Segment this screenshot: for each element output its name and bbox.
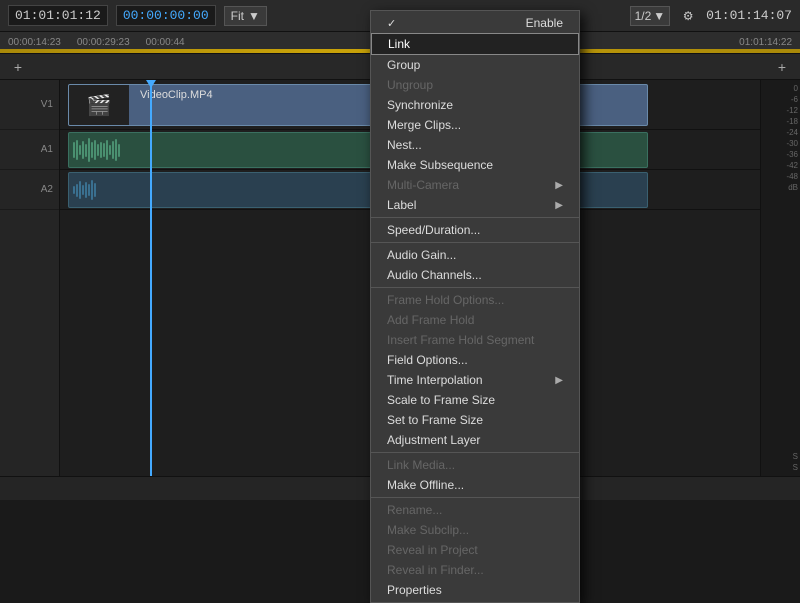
- vu-label-24: -24: [786, 128, 798, 137]
- waveform-bar: [88, 184, 90, 196]
- menu-item-insert-frame-hold-segment: Insert Frame Hold Segment: [371, 330, 579, 350]
- vu-label-s1: S: [793, 452, 798, 461]
- track-label-a2: A2: [0, 170, 59, 210]
- wrench-icon[interactable]: ⚙: [678, 6, 698, 26]
- fit-dropdown[interactable]: Fit ▼: [224, 6, 267, 26]
- waveform-bar: [115, 139, 117, 161]
- waveform-bar: [79, 181, 81, 199]
- waveform-bar: [103, 143, 105, 157]
- timecode-center[interactable]: 00:00:00:00: [116, 5, 216, 26]
- vu-meter: 0 -6 -12 -18 -24 -30 -36 -42 -48 dB S S: [760, 80, 800, 476]
- menu-item-enable[interactable]: Enable: [371, 13, 579, 33]
- menu-item-properties[interactable]: Properties: [371, 580, 579, 600]
- menu-item-merge-clips[interactable]: Merge Clips...: [371, 115, 579, 135]
- vu-label-42: -42: [786, 161, 798, 170]
- timecode-right: 01:01:14:07: [706, 8, 792, 23]
- menu-item-synchronize[interactable]: Synchronize: [371, 95, 579, 115]
- menu-separator: [371, 497, 579, 498]
- playhead-triangle: [146, 80, 156, 88]
- menu-item-set-to-frame-size[interactable]: Set to Frame Size: [371, 410, 579, 430]
- menu-separator: [371, 217, 579, 218]
- waveform-bar: [79, 145, 81, 155]
- vu-label-0: 0: [794, 84, 798, 93]
- menu-item-reveal-in-project: Reveal in Project: [371, 540, 579, 560]
- vu-label-12: -12: [786, 106, 798, 115]
- menu-item-make-offline[interactable]: Make Offline...: [371, 475, 579, 495]
- menu-item-time-interpolation[interactable]: Time Interpolation ▶: [371, 370, 579, 390]
- waveform-bar: [118, 144, 120, 157]
- menu-item-link[interactable]: Link: [371, 33, 579, 55]
- waveform-bar: [85, 182, 87, 198]
- waveform-bar: [100, 142, 102, 159]
- waveform-bar: [91, 180, 93, 200]
- add-track-button[interactable]: +: [8, 57, 28, 77]
- ruler-time-4: 01:01:14:22: [739, 37, 792, 48]
- waveform-bar: [94, 183, 96, 197]
- playhead: [150, 80, 152, 476]
- menu-item-ungroup: Ungroup: [371, 75, 579, 95]
- menu-item-audio-channels[interactable]: Audio Channels...: [371, 265, 579, 285]
- ruler-time-3: 00:00:44: [146, 37, 185, 48]
- waveform-bar: [106, 140, 108, 161]
- menu-item-link-media: Link Media...: [371, 455, 579, 475]
- submenu-arrow-icon: ▶: [555, 375, 563, 386]
- vu-label-18: -18: [786, 117, 798, 126]
- menu-item-audio-gain[interactable]: Audio Gain...: [371, 245, 579, 265]
- context-menu: Enable Link Group Ungroup Synchronize Me…: [370, 10, 580, 603]
- waveform-bar: [76, 184, 78, 197]
- menu-item-rename: Rename...: [371, 500, 579, 520]
- submenu-arrow-icon: ▶: [555, 200, 563, 211]
- submenu-arrow-icon: ▶: [555, 180, 563, 191]
- menu-item-speed-duration[interactable]: Speed/Duration...: [371, 220, 579, 240]
- vu-label-db: dB: [788, 183, 798, 192]
- menu-separator: [371, 452, 579, 453]
- vu-label-6: -6: [791, 95, 798, 104]
- menu-item-scale-to-frame-size[interactable]: Scale to Frame Size: [371, 390, 579, 410]
- menu-item-make-subsequence[interactable]: Make Subsequence: [371, 155, 579, 175]
- menu-separator: [371, 287, 579, 288]
- waveform-bar: [97, 144, 99, 156]
- waveform-bar: [109, 145, 111, 154]
- waveform-bar: [73, 142, 75, 158]
- track-labels: V1 A1 A2: [0, 80, 60, 476]
- menu-item-label[interactable]: Label ▶: [371, 195, 579, 215]
- waveform-bar: [82, 185, 84, 195]
- waveform-bar: [112, 141, 114, 159]
- menu-item-reveal-in-finder: Reveal in Finder...: [371, 560, 579, 580]
- chevron-down-icon: ▼: [653, 9, 665, 23]
- menu-item-group[interactable]: Group: [371, 55, 579, 75]
- menu-item-adjustment-layer[interactable]: Adjustment Layer: [371, 430, 579, 450]
- waveform-bar: [88, 138, 90, 161]
- vu-label-30: -30: [786, 139, 798, 148]
- menu-item-frame-hold-options: Frame Hold Options...: [371, 290, 579, 310]
- menu-item-nest[interactable]: Nest...: [371, 135, 579, 155]
- menu-item-add-frame-hold: Add Frame Hold: [371, 310, 579, 330]
- waveform-bar: [91, 142, 93, 158]
- waveform-bar: [94, 140, 96, 160]
- waveform-bar: [82, 141, 84, 159]
- waveform-bar: [85, 144, 87, 157]
- add-right-button[interactable]: +: [772, 57, 792, 77]
- ruler-time-1: 00:00:14:23: [8, 37, 61, 48]
- waveform-bar: [76, 140, 78, 161]
- clip-label: VideoClip.MP4: [134, 87, 219, 103]
- vu-label-48: -48: [786, 172, 798, 181]
- ruler-time-2: 00:00:29:23: [77, 37, 130, 48]
- chevron-down-icon: ▼: [248, 9, 260, 23]
- menu-item-multi-camera: Multi-Camera ▶: [371, 175, 579, 195]
- track-label-a1: A1: [0, 130, 59, 170]
- vu-label-36: -36: [786, 150, 798, 159]
- waveform-bar: [73, 186, 75, 194]
- menu-item-field-options[interactable]: Field Options...: [371, 350, 579, 370]
- timecode-left[interactable]: 01:01:01:12: [8, 5, 108, 26]
- vu-label-s2: S: [793, 463, 798, 472]
- clip-thumbnail: 🎬: [69, 85, 129, 125]
- fraction-display[interactable]: 1/2 ▼: [630, 6, 671, 26]
- menu-separator: [371, 242, 579, 243]
- track-label-v1: V1: [0, 80, 59, 130]
- menu-item-make-subclip: Make Subclip...: [371, 520, 579, 540]
